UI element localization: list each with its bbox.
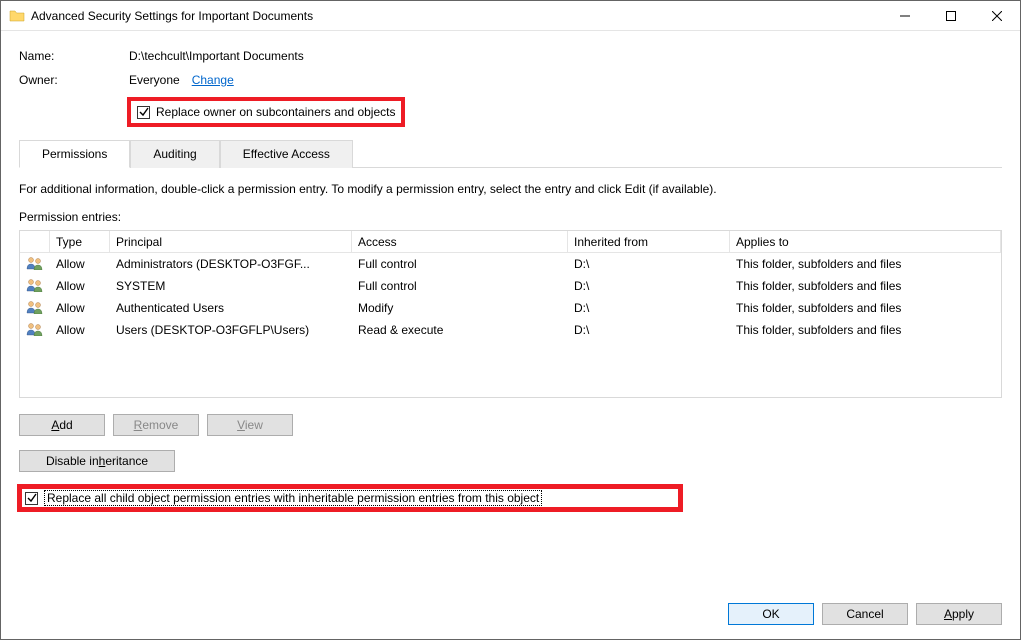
- close-button[interactable]: [974, 1, 1020, 30]
- table-row[interactable]: AllowUsers (DESKTOP-O3FGFLP\Users)Read &…: [20, 319, 1001, 341]
- cell-type: Allow: [50, 323, 110, 337]
- users-icon: [20, 278, 50, 295]
- tab-effective-access[interactable]: Effective Access: [220, 140, 353, 168]
- disable-inheritance-button[interactable]: Disable inheritance: [19, 450, 175, 472]
- change-owner-link[interactable]: Change: [192, 73, 234, 87]
- view-button[interactable]: View: [207, 414, 293, 436]
- tab-auditing[interactable]: Auditing: [130, 140, 219, 168]
- instruction-text: For additional information, double-click…: [19, 182, 1002, 196]
- cell-type: Allow: [50, 257, 110, 271]
- cell-access: Full control: [352, 257, 568, 271]
- cell-applies: This folder, subfolders and files: [730, 323, 1001, 337]
- advanced-security-window: Advanced Security Settings for Important…: [0, 0, 1021, 640]
- content-area: Name: D:\techcult\Important Documents Ow…: [1, 31, 1020, 591]
- window-buttons: [882, 1, 1020, 30]
- cell-type: Allow: [50, 301, 110, 315]
- table-row[interactable]: AllowAdministrators (DESKTOP-O3FGF...Ful…: [20, 253, 1001, 275]
- users-icon: [20, 256, 50, 273]
- replace-child-checkbox[interactable]: [25, 492, 38, 505]
- col-inherited-header[interactable]: Inherited from: [568, 231, 730, 252]
- permission-entries-grid[interactable]: Type Principal Access Inherited from App…: [19, 230, 1002, 398]
- entry-buttons-row: Add Remove View: [19, 414, 1002, 436]
- users-icon: [20, 322, 50, 339]
- owner-value: Everyone: [129, 73, 180, 87]
- col-type-header[interactable]: Type: [50, 231, 110, 252]
- cancel-button[interactable]: Cancel: [822, 603, 908, 625]
- cell-applies: This folder, subfolders and files: [730, 279, 1001, 293]
- minimize-button[interactable]: [882, 1, 928, 30]
- dialog-footer: OK Cancel Apply: [1, 591, 1020, 639]
- ok-button[interactable]: OK: [728, 603, 814, 625]
- cell-principal: Authenticated Users: [110, 301, 352, 315]
- apply-button[interactable]: Apply: [916, 603, 1002, 625]
- replace-child-highlight: Replace all child object permission entr…: [19, 486, 681, 510]
- cell-applies: This folder, subfolders and files: [730, 301, 1001, 315]
- titlebar: Advanced Security Settings for Important…: [1, 1, 1020, 31]
- replace-owner-label: Replace owner on subcontainers and objec…: [156, 105, 395, 119]
- maximize-button[interactable]: [928, 1, 974, 30]
- remove-button[interactable]: Remove: [113, 414, 199, 436]
- replace-owner-checkbox[interactable]: [137, 106, 150, 119]
- cell-type: Allow: [50, 279, 110, 293]
- name-value: D:\techcult\Important Documents: [129, 49, 304, 63]
- tab-strip: Permissions Auditing Effective Access: [19, 139, 1002, 168]
- table-row[interactable]: AllowAuthenticated UsersModifyD:\This fo…: [20, 297, 1001, 319]
- owner-row: Owner: Everyone Change: [19, 73, 1002, 87]
- cell-applies: This folder, subfolders and files: [730, 257, 1001, 271]
- cell-inherited: D:\: [568, 279, 730, 293]
- cell-access: Full control: [352, 279, 568, 293]
- folder-icon: [9, 8, 25, 24]
- tab-permissions[interactable]: Permissions: [19, 140, 130, 168]
- cell-principal: Administrators (DESKTOP-O3FGF...: [110, 257, 352, 271]
- cell-inherited: D:\: [568, 257, 730, 271]
- col-icon-header[interactable]: [20, 231, 50, 252]
- cell-principal: Users (DESKTOP-O3FGFLP\Users): [110, 323, 352, 337]
- cell-access: Read & execute: [352, 323, 568, 337]
- add-button[interactable]: Add: [19, 414, 105, 436]
- permissions-tab-body: For additional information, double-click…: [19, 168, 1002, 591]
- cell-inherited: D:\: [568, 323, 730, 337]
- permission-entries-label: Permission entries:: [19, 210, 1002, 224]
- replace-owner-highlight: Replace owner on subcontainers and objec…: [129, 99, 403, 125]
- col-principal-header[interactable]: Principal: [110, 231, 352, 252]
- table-row[interactable]: AllowSYSTEMFull controlD:\This folder, s…: [20, 275, 1001, 297]
- col-applies-header[interactable]: Applies to: [730, 231, 1001, 252]
- users-icon: [20, 300, 50, 317]
- grid-header: Type Principal Access Inherited from App…: [20, 231, 1001, 253]
- owner-label: Owner:: [19, 73, 129, 87]
- cell-access: Modify: [352, 301, 568, 315]
- name-label: Name:: [19, 49, 129, 63]
- window-title: Advanced Security Settings for Important…: [31, 9, 313, 23]
- replace-child-label: Replace all child object permission entr…: [44, 490, 542, 506]
- col-access-header[interactable]: Access: [352, 231, 568, 252]
- name-row: Name: D:\techcult\Important Documents: [19, 49, 1002, 63]
- cell-principal: SYSTEM: [110, 279, 352, 293]
- cell-inherited: D:\: [568, 301, 730, 315]
